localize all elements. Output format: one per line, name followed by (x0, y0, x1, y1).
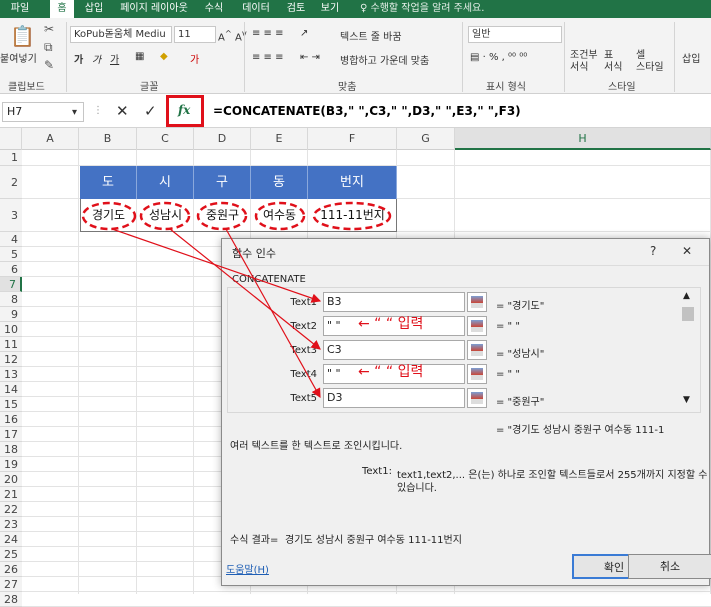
dashed-circle (81, 201, 137, 231)
dashed-circle (196, 201, 248, 231)
dashed-circle (254, 201, 306, 231)
annotation-overlay (81, 201, 392, 399)
arrow-b3-to-text1 (111, 228, 322, 303)
dashed-circle (139, 201, 191, 231)
dashed-circle (312, 201, 392, 231)
arrow-c3-to-text3 (169, 228, 321, 350)
row-header[interactable]: 28 (0, 592, 22, 607)
arrow-d3-to-text5 (225, 228, 321, 399)
